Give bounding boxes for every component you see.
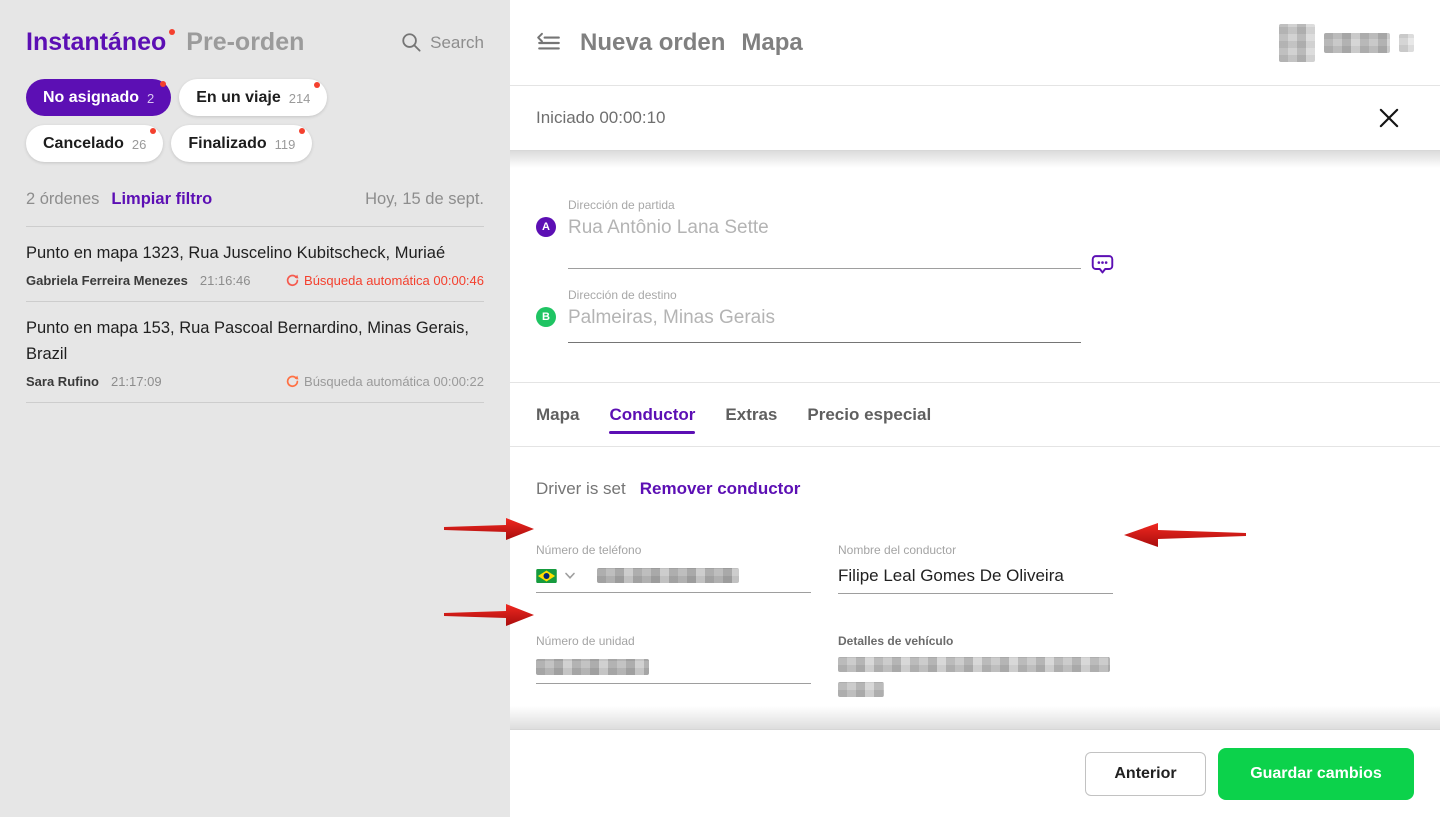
- panel-footer: Anterior Guardar cambios: [510, 730, 1440, 817]
- order-client: Sara Rufino: [26, 374, 99, 389]
- brazil-flag-icon: [536, 568, 557, 583]
- pickup-address-field[interactable]: A Dirección de partida Rua Antônio Lana …: [536, 198, 1414, 274]
- tab-instantaneo-label: Instantáneo: [26, 28, 167, 56]
- save-changes-button[interactable]: Guardar cambios: [1218, 747, 1414, 800]
- driver-status-text: Driver is set: [536, 479, 626, 498]
- destination-address-value: Palmeiras, Minas Gerais: [568, 307, 775, 328]
- phone-field[interactable]: Número de teléfono: [536, 543, 811, 594]
- previous-button[interactable]: Anterior: [1085, 751, 1206, 796]
- auto-search-status: Búsqueda automática 00:00:46: [304, 273, 484, 288]
- auto-search-status: Búsqueda automática 00:00:22: [304, 374, 484, 389]
- chip-label: Cancelado: [43, 134, 124, 152]
- clear-filter-link[interactable]: Limpiar filtro: [111, 190, 212, 209]
- tab-precio-especial[interactable]: Precio especial: [807, 405, 931, 425]
- search-label: Search: [430, 32, 484, 52]
- close-icon[interactable]: [1376, 105, 1402, 131]
- pickup-badge-a: A: [536, 217, 556, 237]
- chip-count: 2: [147, 91, 155, 106]
- unit-number-field[interactable]: Número de unidad: [536, 634, 811, 697]
- tab-pre-orden[interactable]: Pre-orden: [186, 28, 304, 57]
- filter-chip-en-un-viaje[interactable]: En un viaje 214: [179, 79, 328, 116]
- order-list-item[interactable]: Punto en mapa 1323, Rua Juscelino Kubits…: [26, 226, 484, 301]
- route-section: A Dirección de partida Rua Antônio Lana …: [510, 168, 1440, 343]
- search-icon: [402, 33, 421, 52]
- driver-name-value: Filipe Leal Gomes De Oliveira: [838, 566, 1064, 585]
- chip-count: 26: [131, 137, 147, 152]
- chevron-down-icon[interactable]: [564, 572, 576, 580]
- order-status-bar: Iniciado 00:00:10: [510, 86, 1440, 150]
- order-time: 21:16:46: [199, 273, 251, 288]
- chat-icon[interactable]: [1091, 252, 1114, 276]
- notification-dot: [150, 128, 157, 134]
- menu-open-icon[interactable]: [536, 30, 562, 56]
- input-underline: [568, 261, 1081, 269]
- date-label: Hoy, 15 de sept.: [365, 190, 484, 208]
- page-title: Nueva orden: [580, 28, 726, 56]
- scroll-shadow: [510, 150, 1440, 168]
- filter-chip-finalizado[interactable]: Finalizado 119: [171, 125, 313, 162]
- unit-number-label: Número de unidad: [536, 634, 635, 648]
- tab-instantaneo[interactable]: Instantáneo: [26, 28, 176, 57]
- notification-dot: [299, 128, 306, 134]
- auto-search-spinner-icon: [286, 274, 299, 287]
- app-root: Instantáneo Pre-orden Search No asignado: [0, 0, 1440, 817]
- order-title: Punto en mapa 1323, Rua Juscelino Kubits…: [26, 244, 446, 262]
- order-title: Punto en mapa 153, Rua Pascoal Bernardin…: [26, 319, 470, 363]
- order-time: 21:17:09: [110, 374, 162, 389]
- destination-badge-b: B: [536, 307, 556, 327]
- pickup-address-value: Rua Antônio Lana Sette: [568, 217, 769, 238]
- order-type-tabs: Instantáneo Pre-orden: [26, 28, 304, 57]
- destination-address-label: Dirección de destino: [568, 288, 677, 302]
- driver-fields-grid: Número de teléfono Nombre del conductor …: [536, 543, 1414, 697]
- driver-name-field[interactable]: Nombre del conductor Filipe Leal Gomes D…: [838, 543, 1113, 594]
- user-name-redacted: [1324, 32, 1390, 53]
- chip-label: En un viaje: [196, 88, 281, 106]
- tab-conductor[interactable]: Conductor: [609, 405, 695, 434]
- notification-dot: [169, 29, 176, 35]
- panel-header: Nueva orden Mapa: [510, 0, 1440, 86]
- sidebar: Instantáneo Pre-orden Search No asignado: [0, 0, 510, 817]
- detail-tabs: Mapa Conductor Extras Precio especial: [510, 383, 1440, 447]
- phone-value-redacted[interactable]: [597, 568, 739, 583]
- orders-summary-row: 2 órdenes Limpiar filtro Hoy, 15 de sept…: [26, 190, 484, 209]
- page-subtitle: Mapa: [741, 28, 803, 56]
- chip-count: 214: [288, 91, 311, 106]
- tab-extras[interactable]: Extras: [725, 405, 777, 425]
- chip-label: No asignado: [43, 88, 140, 106]
- chip-label: Finalizado: [188, 134, 267, 152]
- order-timer: Iniciado 00:00:10: [536, 108, 666, 127]
- order-client: Gabriela Ferreira Menezes: [26, 273, 188, 288]
- driver-name-label: Nombre del conductor: [838, 543, 957, 557]
- filter-chip-no-asignado[interactable]: No asignado 2: [26, 79, 172, 116]
- order-detail-panel: Nueva orden Mapa Iniciado 00:00:10 A Dir…: [510, 0, 1440, 817]
- destination-address-field[interactable]: B Dirección de destino Palmeiras, Minas …: [536, 288, 1414, 343]
- scroll-shadow: [510, 706, 1440, 730]
- chevron-redacted: [1399, 33, 1414, 52]
- tab-mapa[interactable]: Mapa: [536, 405, 579, 425]
- search-button[interactable]: Search: [400, 31, 484, 54]
- input-underline: [568, 335, 1081, 343]
- user-profile-menu[interactable]: [1279, 23, 1414, 62]
- unit-number-value-redacted[interactable]: [536, 658, 649, 675]
- pickup-address-label: Dirección de partida: [568, 198, 675, 212]
- auto-search-spinner-icon: [286, 375, 299, 388]
- status-filter-chips: No asignado 2 En un viaje 214 Cancelado …: [26, 79, 406, 162]
- orders-count: 2 órdenes: [26, 190, 100, 208]
- remove-driver-link[interactable]: Remover conductor: [640, 479, 801, 499]
- notification-dot: [160, 81, 167, 87]
- chip-count: 119: [274, 137, 296, 152]
- notification-dot: [314, 82, 321, 88]
- driver-section: Driver is set Remover conductor Número d…: [510, 447, 1440, 697]
- vehicle-details-line2-redacted: [838, 682, 884, 697]
- avatar: [1279, 23, 1315, 62]
- orders-list: Punto en mapa 1323, Rua Juscelino Kubits…: [26, 226, 484, 403]
- vehicle-details-label: Detalles de vehículo: [838, 634, 954, 648]
- filter-chip-cancelado[interactable]: Cancelado 26: [26, 125, 164, 162]
- sidebar-header: Instantáneo Pre-orden Search: [26, 0, 484, 57]
- phone-label: Número de teléfono: [536, 543, 642, 557]
- vehicle-details-field: Detalles de vehículo: [838, 634, 1113, 697]
- order-list-item[interactable]: Punto en mapa 153, Rua Pascoal Bernardin…: [26, 301, 484, 403]
- vehicle-details-line1-redacted: [838, 657, 1110, 672]
